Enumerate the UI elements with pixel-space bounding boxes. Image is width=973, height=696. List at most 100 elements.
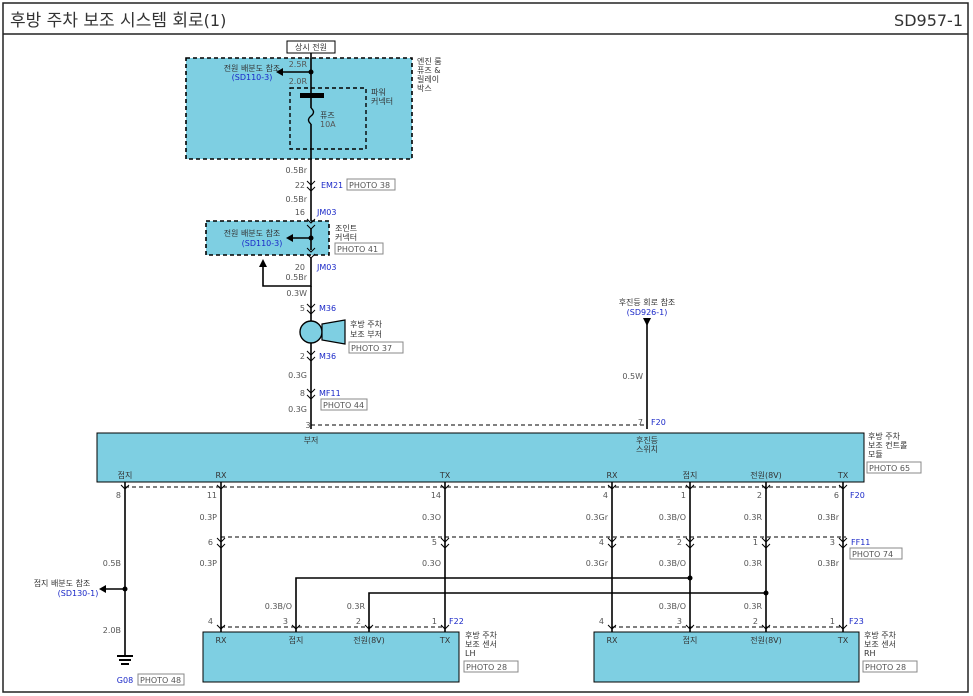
buzzer-horn-icon (321, 319, 346, 345)
splice-dot (687, 575, 693, 581)
rh-pin-num-4: 1 (830, 617, 835, 626)
lh-pin-num-4: 1 (432, 617, 437, 626)
connector-bar-icon (300, 93, 324, 98)
ff11-wire-below-5: 0.3R (744, 559, 763, 568)
reverse-code: F20 (651, 418, 666, 427)
diagram-frame (2, 2, 969, 693)
lh-label-2: 보조 센서 (465, 639, 497, 649)
jm03-code-bottom: JM03 (316, 263, 336, 272)
power-dist-ref-code: (SD110-3) (232, 73, 273, 82)
rh-pwr-wire: 0.3R (744, 602, 763, 611)
reverse-switch-label-1: 후진등 (636, 435, 658, 445)
constant-power-label: 상시 전원 (295, 42, 327, 52)
wire-mf11-below: 0.3G (288, 405, 307, 414)
ff11-wire-below-3: 0.3Gr (586, 559, 609, 568)
photo-rh: PHOTO 28 (865, 663, 906, 672)
lh-pin-num-2: 3 (283, 617, 288, 626)
power-connector-label-2: 커넥터 (371, 96, 393, 106)
module-pin-label-sensor-gnd: 접지 (683, 470, 698, 480)
ff11-wire-below-2: 0.3O (422, 559, 441, 568)
module-pin-label-rx-rh: RX (606, 471, 618, 480)
fuse-box-label-1: 엔진 룸 (417, 56, 442, 66)
power-connector-label-1: 파워 (371, 88, 386, 97)
ff11-pin-3: 4 (599, 538, 604, 547)
wiring-diagram: 후방 주차 보조 시스템 회로(1) SD957-1 상시 전원 엔진 룸 퓨즈… (2, 2, 969, 693)
splice-dot (122, 586, 128, 592)
photo-ground: PHOTO 48 (140, 676, 181, 685)
ff11-pin-2: 5 (432, 538, 437, 547)
ff11-pin-1: 6 (208, 538, 213, 547)
ff11-wire-above-3: 0.3Gr (586, 513, 609, 522)
reverse-pin: 7 (638, 418, 643, 427)
rh-pin-num-1: 4 (599, 617, 604, 626)
reverse-ref-text: 후진등 회로 참조 (619, 297, 676, 307)
module-label-2: 보조 컨트롤 (868, 440, 907, 450)
ff11-wire-below-1: 0.3P (199, 559, 217, 568)
photo-module: PHOTO 65 (869, 464, 910, 473)
parking-assist-control-module (96, 432, 865, 483)
splice-dot (308, 235, 314, 241)
mf11-pin: 8 (300, 389, 305, 398)
ff11-pin-6: 3 (830, 538, 835, 547)
m36-code-bottom: M36 (319, 352, 336, 361)
lh-pwr-wire: 0.3R (347, 602, 366, 611)
ff11-pin-4: 2 (677, 538, 682, 547)
photo-ff11: PHOTO 74 (852, 550, 893, 559)
module-label-3: 모듈 (868, 450, 883, 459)
reverse-ref-code: (SD926-1) (627, 308, 668, 317)
lh-label-1: 후방 주차 (465, 630, 498, 640)
wire-mf11-above: 0.3G (288, 371, 307, 380)
rh-label-1: 후방 주차 (864, 630, 897, 640)
lh-pin-num-3: 2 (356, 617, 361, 626)
photo-mf11: PHOTO 44 (323, 401, 364, 410)
ff11-pin-5: 1 (753, 538, 758, 547)
lh-label-3: LH (465, 649, 475, 658)
buzzer-pin-num: 3 (305, 421, 310, 430)
module-pin-num-5: 1 (681, 491, 686, 500)
wire-2-5r: 2.5R (289, 60, 308, 69)
lh-code: F22 (449, 617, 464, 626)
reverse-switch-label-2: 스위치 (636, 445, 658, 454)
module-pin-label-power: 전원(8V) (750, 470, 782, 480)
rh-label-2: 보조 센서 (864, 639, 896, 649)
ground-ref-code: (SD130-1) (58, 589, 99, 598)
em21-code: EM21 (321, 181, 343, 190)
fuse-rating: 10A (320, 120, 336, 129)
m36-pin-bottom: 2 (300, 352, 305, 361)
buzzer-terminal-label: 부저 (304, 436, 319, 445)
parking-sensor-rh (593, 631, 860, 683)
ff11-wire-above-4: 0.3B/O (659, 513, 686, 522)
lh-pin-label-1: RX (215, 636, 227, 645)
lh-pin-num-1: 4 (208, 617, 213, 626)
lh-pin-label-2: 접지 (289, 635, 304, 645)
module-pin-label-rx-lh: RX (215, 471, 227, 480)
rh-code: F23 (849, 617, 864, 626)
module-pin-num-1: 8 (116, 491, 121, 500)
module-bottom-code: F20 (850, 491, 865, 500)
module-pin-num-6: 2 (757, 491, 762, 500)
buzzer-label-2: 보조 부저 (350, 330, 382, 339)
wire-em21-above: 0.5Br (286, 166, 308, 175)
mf11-code: MF11 (319, 389, 341, 398)
wire-0-5w: 0.5W (622, 372, 643, 381)
jm03-pin-top: 16 (295, 208, 305, 217)
parking-sensor-lh (202, 631, 460, 683)
ff11-wire-below-6: 0.3Br (818, 559, 840, 568)
lh-pin-label-4: TX (439, 636, 451, 645)
wire-em21-below: 0.5Br (286, 195, 308, 204)
wire-2-0r: 2.0R (289, 77, 308, 86)
buzzer-label-1: 후방 주차 (350, 319, 383, 329)
engine-room-fuse-box (185, 57, 413, 160)
jm03-label-2: 커넥터 (335, 232, 357, 242)
ground-ref-text: 접지 배분도 참조 (34, 578, 91, 588)
photo-m36: PHOTO 37 (351, 344, 392, 353)
rh-pin-label-3: 전원(8V) (750, 635, 782, 645)
module-pin-label-tx-rh: TX (837, 471, 849, 480)
ff11-code: FF11 (851, 538, 870, 547)
jm03-pin-bottom: 20 (295, 263, 305, 272)
rh-pin-num-2: 3 (677, 617, 682, 626)
rh-pin-label-4: TX (837, 636, 849, 645)
ff11-wire-above-1: 0.3P (199, 513, 217, 522)
photo-em21: PHOTO 38 (349, 181, 390, 190)
ground-code: G08 (117, 676, 133, 685)
